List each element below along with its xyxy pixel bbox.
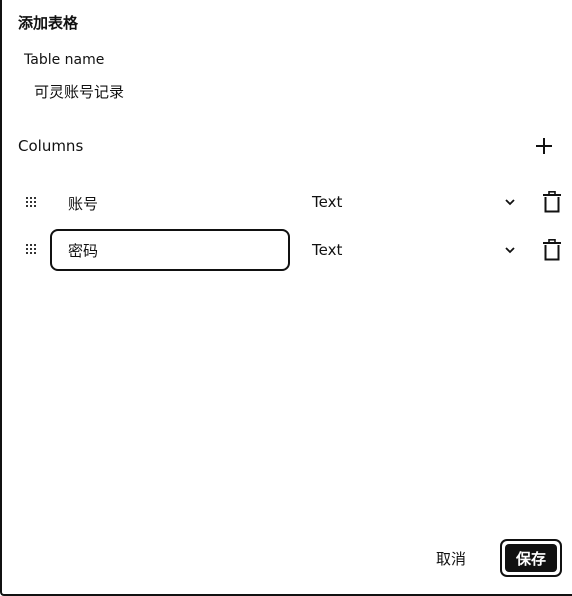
column-name-field[interactable]: 账号 [68, 193, 98, 214]
column-type-select[interactable]: Text [312, 181, 522, 223]
column-type-value: Text [312, 193, 343, 211]
add-column-button[interactable] [532, 134, 556, 158]
column-name-input[interactable] [50, 229, 290, 271]
delete-column-button[interactable] [542, 239, 562, 261]
dialog-title: 添加表格 [18, 14, 79, 32]
trash-icon [543, 239, 561, 261]
column-type-select[interactable]: Text [312, 229, 522, 271]
column-row: 账号 Text [2, 181, 572, 225]
save-button[interactable]: 保存 [500, 539, 562, 577]
table-name-field[interactable]: 可灵账号记录 [34, 81, 124, 102]
add-table-dialog: 添加表格 Table name 可灵账号记录 Columns 账号 Text 密… [0, 0, 572, 596]
trash-icon [543, 191, 561, 213]
column-row: Text [2, 229, 572, 273]
save-button-label: 保存 [505, 544, 557, 572]
drag-handle-icon[interactable] [26, 197, 38, 209]
chevron-down-icon [505, 247, 515, 254]
drag-handle-icon[interactable] [26, 244, 38, 256]
delete-column-button[interactable] [542, 191, 562, 213]
chevron-down-icon [505, 199, 515, 206]
cancel-button[interactable]: 取消 [436, 548, 466, 569]
columns-label: Columns [18, 137, 84, 155]
column-type-value: Text [312, 241, 343, 259]
table-name-label: Table name [24, 52, 105, 68]
